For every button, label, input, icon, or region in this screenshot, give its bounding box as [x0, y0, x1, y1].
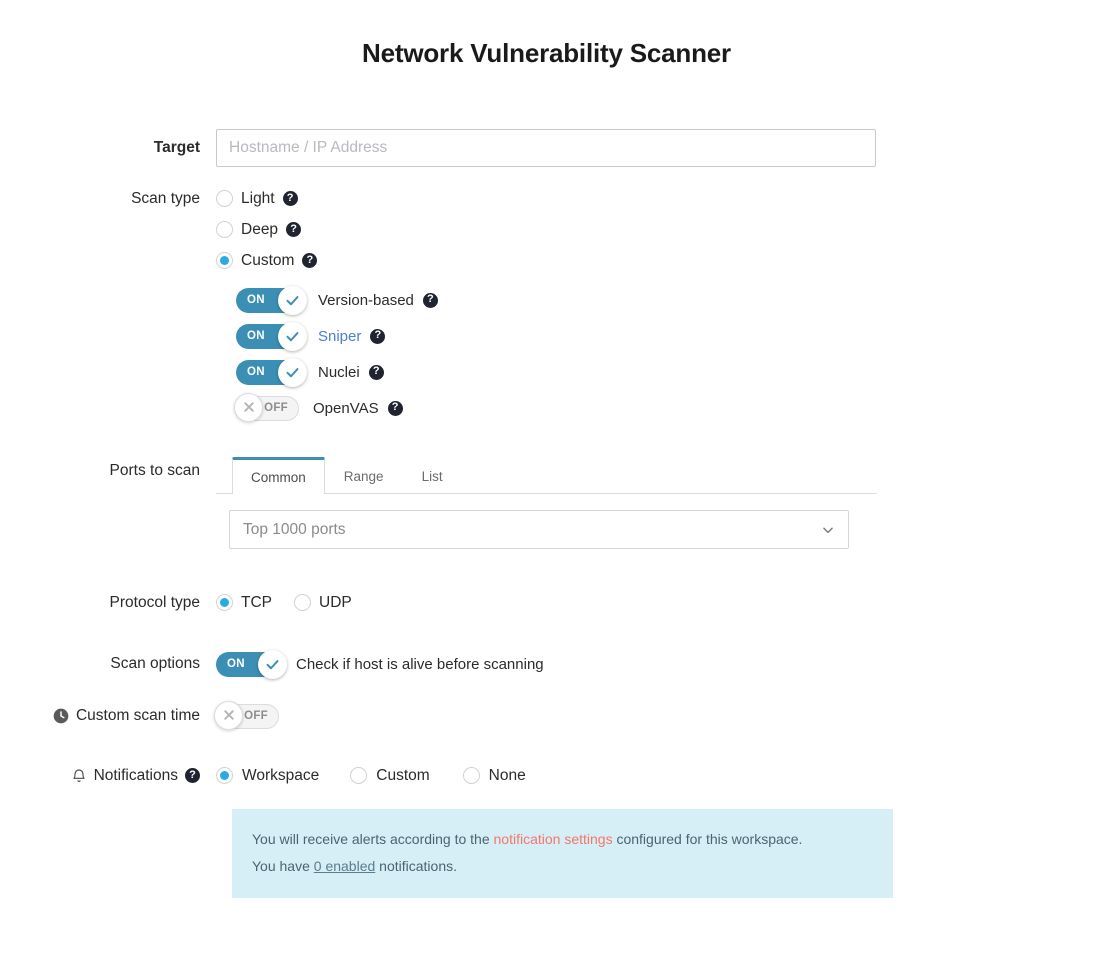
- notifications-none-label: None: [489, 767, 526, 785]
- scan-type-deep-label: Deep: [241, 221, 278, 239]
- info-line2-post: notifications.: [375, 858, 457, 874]
- engine-sniper: ON Sniper ?: [236, 318, 1093, 354]
- engine-version-based: ON Version-based ?: [236, 282, 1093, 318]
- help-icon[interactable]: ?: [286, 222, 301, 237]
- help-icon[interactable]: ?: [369, 365, 384, 380]
- toggle-knob: [258, 650, 287, 679]
- scan-type-label: Scan type: [0, 183, 216, 214]
- toggle-nuclei[interactable]: ON: [236, 360, 304, 385]
- protocol-label: Protocol type: [0, 587, 216, 618]
- radio-workspace[interactable]: [216, 767, 233, 784]
- toggle-knob: [214, 701, 243, 730]
- toggle-version-based[interactable]: ON: [236, 288, 304, 313]
- scan-options-row: Scan options ON Check if host is alive b…: [0, 646, 1093, 682]
- tab-common[interactable]: Common: [232, 457, 325, 494]
- notifications-workspace-label: Workspace: [242, 767, 319, 785]
- info-line1-pre: You will receive alerts according to the: [252, 831, 494, 847]
- toggle-knob: [278, 286, 307, 315]
- engine-nuclei: ON Nuclei ?: [236, 354, 1093, 390]
- chevron-down-icon: [821, 523, 835, 537]
- protocol-udp-label: UDP: [319, 594, 352, 612]
- notifications-row: Notifications ? Workspace Custom None: [0, 760, 1093, 791]
- notifications-label: Notifications: [94, 767, 178, 785]
- notifications-label-group: Notifications ?: [0, 760, 216, 791]
- help-icon[interactable]: ?: [283, 191, 298, 206]
- protocol-options: TCP UDP: [216, 587, 1093, 618]
- ports-tabs: Common Range List: [216, 448, 877, 494]
- scan-options-toggle-label: Check if host is alive before scanning: [296, 656, 544, 673]
- engine-openvas: OFF OpenVAS ?: [236, 390, 1093, 426]
- scan-type-light-label: Light: [241, 190, 275, 208]
- toggle-state-label: ON: [247, 360, 265, 385]
- custom-scan-time-row: Custom scan time OFF: [0, 698, 1093, 734]
- protocol-row: Protocol type TCP UDP: [0, 587, 1093, 618]
- toggle-knob: [234, 393, 263, 422]
- target-label: Target: [0, 129, 216, 167]
- info-line-2: You have 0 enabled notifications.: [252, 853, 873, 880]
- toggle-state-label: ON: [247, 288, 265, 313]
- toggle-state-label: OFF: [244, 705, 268, 728]
- scan-configuration-form: Target Scan type Light ? Deep ? Custom ?: [0, 129, 1093, 898]
- help-icon[interactable]: ?: [370, 329, 385, 344]
- toggle-state-label: ON: [227, 652, 245, 677]
- notifications-options: Workspace Custom None: [216, 760, 1093, 791]
- bell-icon: [71, 768, 87, 784]
- page-title: Network Vulnerability Scanner: [0, 20, 1093, 69]
- scan-type-option-light[interactable]: Light ?: [216, 183, 1093, 214]
- ports-row: Ports to scan Common Range List Top 1000…: [0, 448, 1093, 549]
- toggle-state-label: OFF: [264, 397, 288, 420]
- notifications-custom-label: Custom: [376, 767, 429, 785]
- scan-options-toggle-line: ON Check if host is alive before scannin…: [216, 646, 1093, 682]
- info-line2-pre: You have: [252, 858, 314, 874]
- info-line1-post: configured for this workspace.: [613, 831, 803, 847]
- scan-type-custom-label: Custom: [241, 252, 294, 270]
- ports-label: Ports to scan: [0, 448, 216, 494]
- help-icon[interactable]: ?: [423, 293, 438, 308]
- radio-none[interactable]: [463, 767, 480, 784]
- ports-select-value: Top 1000 ports: [243, 521, 346, 539]
- scan-type-row: Scan type Light ? Deep ? Custom ?: [0, 183, 1093, 426]
- clock-icon: [53, 708, 69, 724]
- engine-label-link[interactable]: Sniper: [318, 328, 361, 345]
- notifications-info-row: You will receive alerts according to the…: [0, 809, 1093, 898]
- toggle-state-label: ON: [247, 324, 265, 349]
- target-row: Target: [0, 129, 1093, 167]
- toggle-sniper[interactable]: ON: [236, 324, 304, 349]
- custom-scan-time-toggle-line: OFF: [216, 698, 1093, 734]
- scan-options-label: Scan options: [0, 646, 216, 682]
- enabled-notifications-link[interactable]: 0 enabled: [314, 858, 376, 874]
- tab-list[interactable]: List: [403, 457, 462, 494]
- toggle-host-alive[interactable]: ON: [216, 652, 284, 677]
- custom-scan-time-label: Custom scan time: [76, 707, 200, 725]
- toggle-openvas[interactable]: OFF: [236, 396, 299, 421]
- radio-custom-notification[interactable]: [350, 767, 367, 784]
- engine-label: OpenVAS: [313, 400, 379, 417]
- help-icon[interactable]: ?: [388, 401, 403, 416]
- ports-select[interactable]: Top 1000 ports: [229, 510, 849, 549]
- toggle-knob: [278, 358, 307, 387]
- radio-tcp[interactable]: [216, 594, 233, 611]
- custom-scan-time-label-group: Custom scan time: [0, 698, 216, 734]
- engine-toggle-list: ON Version-based ? ON: [236, 282, 1093, 426]
- toggle-knob: [278, 322, 307, 351]
- radio-custom[interactable]: [216, 252, 233, 269]
- scan-type-option-custom[interactable]: Custom ?: [216, 245, 1093, 276]
- ports-select-wrapper[interactable]: Top 1000 ports: [229, 510, 849, 549]
- help-icon[interactable]: ?: [302, 253, 317, 268]
- radio-deep[interactable]: [216, 221, 233, 238]
- toggle-custom-scan-time[interactable]: OFF: [216, 704, 279, 729]
- target-input[interactable]: [216, 129, 876, 167]
- protocol-tcp-label: TCP: [241, 594, 272, 612]
- radio-udp[interactable]: [294, 594, 311, 611]
- scan-type-option-deep[interactable]: Deep ?: [216, 214, 1093, 245]
- help-icon[interactable]: ?: [185, 768, 200, 783]
- notification-settings-link[interactable]: notification settings: [494, 831, 613, 847]
- engine-label: Nuclei: [318, 364, 360, 381]
- radio-light[interactable]: [216, 190, 233, 207]
- info-line-1: You will receive alerts according to the…: [252, 826, 873, 853]
- notifications-info-box: You will receive alerts according to the…: [232, 809, 893, 898]
- engine-label: Version-based: [318, 292, 414, 309]
- tab-range[interactable]: Range: [325, 457, 403, 494]
